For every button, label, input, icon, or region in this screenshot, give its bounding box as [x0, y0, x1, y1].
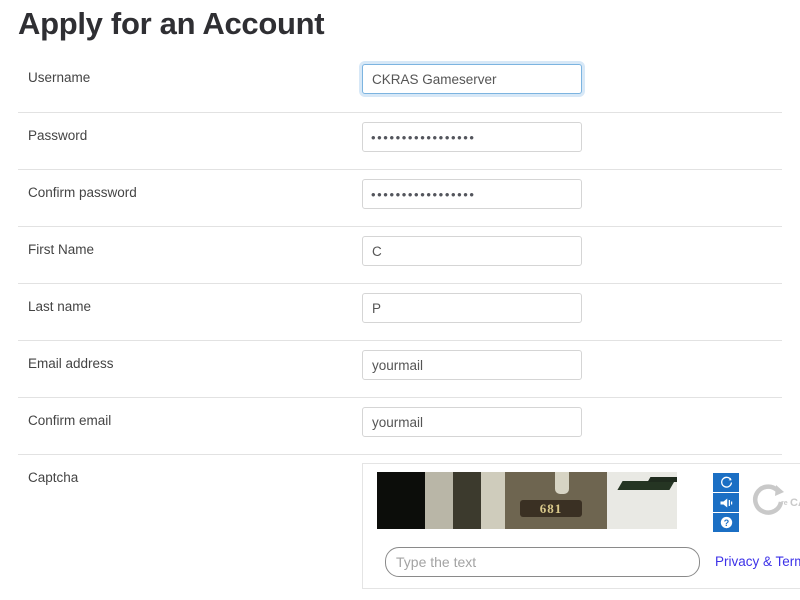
captcha-street-number-plaque: 681 — [520, 500, 582, 517]
confirm-email-input[interactable] — [362, 407, 582, 437]
captcha-response-input[interactable] — [385, 547, 700, 577]
divider-inset-right — [782, 54, 800, 55]
privacy-terms-link[interactable]: Privacy & Terms — [715, 554, 800, 569]
account-application-form: Username Password ••••••••••••••••• Conf… — [0, 54, 800, 594]
control-username — [362, 64, 582, 94]
svg-text:?: ? — [723, 518, 728, 528]
captcha-challenge-image: 681 — [377, 472, 677, 529]
control-first-name — [362, 236, 582, 266]
form-row-password: Password ••••••••••••••••• — [0, 112, 800, 169]
refresh-icon — [720, 476, 733, 489]
form-row-email: Email address — [0, 340, 800, 397]
recaptcha-widget: 681 ? re C Type the text Privacy & Term — [362, 463, 800, 589]
application-form-page: Apply for an Account Username Password •… — [0, 0, 800, 600]
captcha-image-region — [481, 472, 505, 529]
recaptcha-response-area: Privacy & Terms — [377, 534, 800, 580]
help-icon: ? — [720, 516, 733, 529]
divider-inset-right — [782, 397, 800, 398]
divider-inset-right — [782, 454, 800, 455]
recaptcha-controls: ? — [713, 473, 739, 533]
email-input[interactable] — [362, 350, 582, 380]
audio-icon — [719, 497, 734, 509]
form-row-confirm-email: Confirm email — [0, 397, 800, 454]
svg-text:CAPTCHA: CAPTCHA — [790, 497, 800, 509]
last-name-input[interactable] — [362, 293, 582, 323]
form-row-confirm-password: Confirm password ••••••••••••••••• — [0, 169, 800, 226]
captcha-image-region — [617, 481, 675, 490]
captcha-image-region — [647, 477, 677, 482]
page-title: Apply for an Account — [18, 6, 325, 41]
divider-inset-left — [0, 283, 18, 284]
control-confirm-email — [362, 407, 582, 437]
divider-inset-left — [0, 112, 18, 113]
divider-inset-right — [782, 226, 800, 227]
confirm-password-input[interactable]: ••••••••••••••••• — [362, 179, 582, 209]
label-username: Username — [28, 70, 91, 85]
help-button[interactable]: ? — [713, 513, 739, 532]
control-password: ••••••••••••••••• — [362, 122, 582, 152]
form-row-captcha: Captcha 681 ? re C Type the text Privacy… — [0, 454, 800, 594]
divider-inset-right — [782, 340, 800, 341]
divider-inset-left — [0, 169, 18, 170]
captcha-image-region — [425, 472, 453, 529]
password-input[interactable]: ••••••••••••••••• — [362, 122, 582, 152]
recaptcha-logo: re CAPTCHA — [751, 482, 800, 522]
divider-inset-left — [0, 54, 18, 55]
audio-button[interactable] — [713, 493, 739, 512]
label-password: Password — [28, 128, 88, 143]
captcha-image-region — [555, 472, 569, 494]
captcha-street-number: 681 — [539, 500, 563, 516]
control-email — [362, 350, 582, 380]
captcha-image-region — [377, 472, 425, 529]
first-name-input[interactable] — [362, 236, 582, 266]
divider-inset-left — [0, 226, 18, 227]
label-email: Email address — [28, 356, 114, 371]
divider-inset-left — [0, 340, 18, 341]
label-first-name: First Name — [28, 242, 95, 257]
svg-text:re: re — [781, 500, 788, 507]
label-confirm-password: Confirm password — [28, 185, 137, 200]
recaptcha-challenge-area: 681 ? re C — [377, 472, 800, 534]
divider-inset-right — [782, 112, 800, 113]
form-row-last-name: Last name — [0, 283, 800, 340]
label-captcha: Captcha — [28, 470, 79, 485]
captcha-image-region — [453, 472, 481, 529]
control-confirm-password: ••••••••••••••••• — [362, 179, 582, 209]
refresh-button[interactable] — [713, 473, 739, 492]
divider-inset-right — [782, 283, 800, 284]
divider-inset-left — [0, 397, 18, 398]
label-confirm-email: Confirm email — [28, 413, 112, 428]
username-input[interactable] — [362, 64, 582, 94]
divider-inset-right — [782, 169, 800, 170]
form-row-first-name: First Name — [0, 226, 800, 283]
divider-inset-left — [0, 454, 18, 455]
control-last-name — [362, 293, 582, 323]
label-last-name: Last name — [28, 299, 92, 314]
form-row-username: Username — [0, 54, 800, 112]
